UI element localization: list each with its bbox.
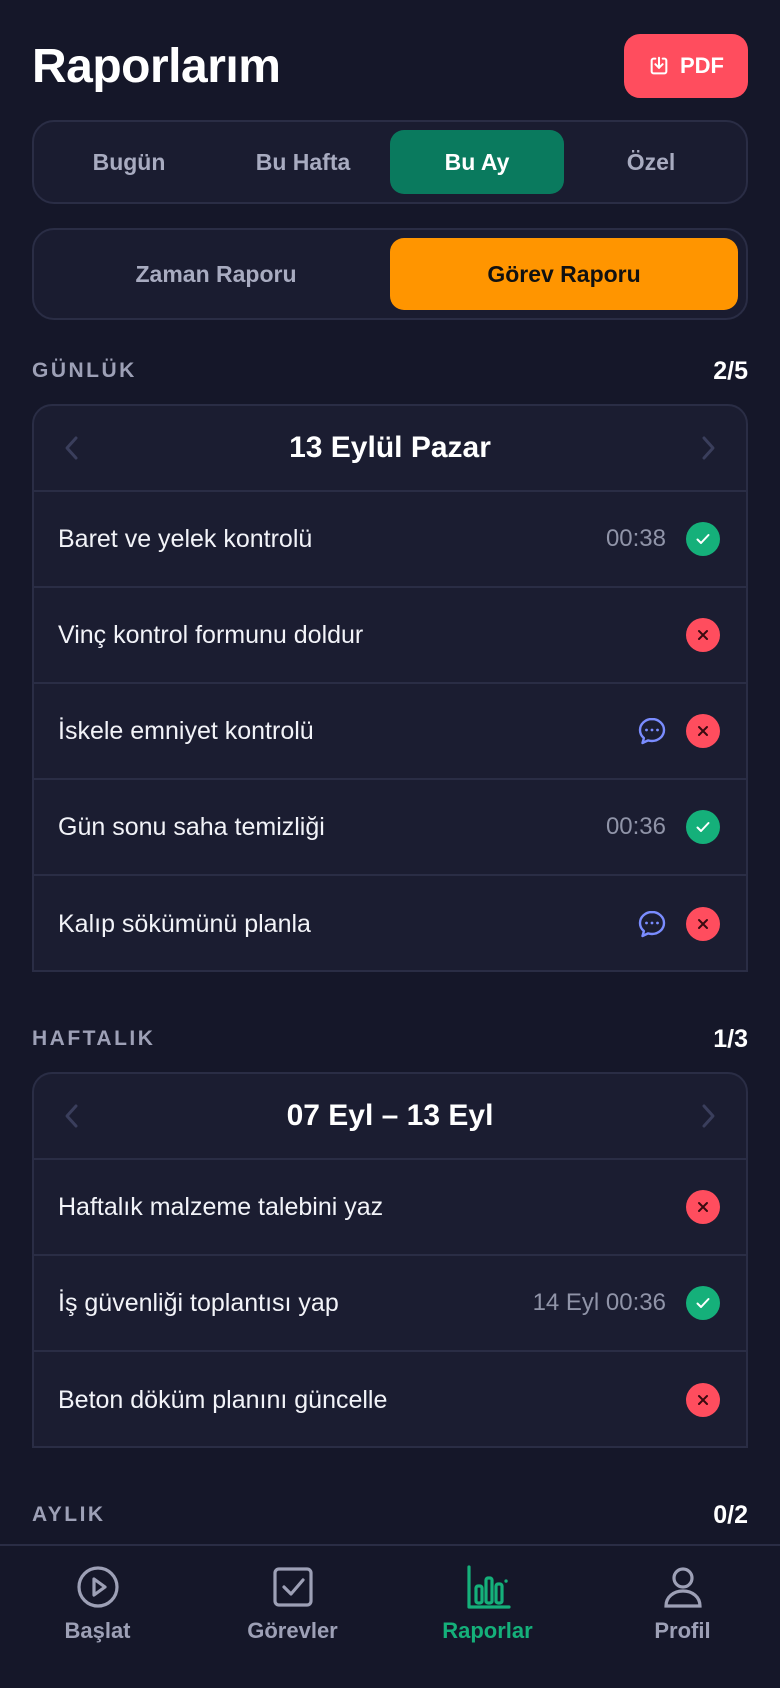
task-name: Vinç kontrol formunu doldur — [58, 620, 364, 649]
task-row[interactable]: İskele emniyet kontrolü — [34, 684, 746, 780]
task-time: 00:36 — [605, 813, 666, 840]
nav-label: Raporlar — [442, 1618, 533, 1643]
task-time: 14 Eyl 00:36 — [532, 1289, 666, 1316]
task-name: İskele emniyet kontrolü — [58, 716, 314, 745]
nav-label: Profil — [654, 1618, 711, 1643]
x-icon — [686, 907, 720, 941]
report-type-tabs: Zaman Raporu Görev Raporu — [32, 228, 748, 320]
page-title: Raporlarım — [32, 39, 281, 93]
task-row[interactable]: Kalıp sökümünü planla — [34, 876, 746, 970]
tab-this-month[interactable]: Bu Ay — [390, 130, 564, 194]
section-label: AYLIK — [32, 1503, 106, 1526]
task-row[interactable]: Beton döküm planını güncelle — [34, 1352, 746, 1446]
task-name: Kalıp sökümünü planla — [58, 909, 311, 938]
date-navigator: 07 Eyl – 13 Eyl — [34, 1074, 746, 1160]
daily-section-header: GÜNLÜK 2/5 — [32, 356, 748, 386]
check-icon — [686, 1286, 720, 1320]
task-name: İş güvenliği toplantısı yap — [58, 1288, 339, 1317]
nav-reports[interactable]: Raporlar — [398, 1564, 578, 1644]
x-icon — [686, 618, 720, 652]
daily-card: 13 Eylül Pazar Baret ve yelek kontrolü 0… — [32, 404, 748, 972]
section-count: 0/2 — [713, 1500, 748, 1529]
task-time: 00:38 — [605, 525, 666, 552]
chevron-right-icon[interactable] — [694, 434, 722, 462]
nav-start[interactable]: Başlat — [8, 1564, 188, 1644]
pdf-export-button[interactable]: PDF — [624, 34, 748, 98]
weekly-card: 07 Eyl – 13 Eyl Haftalık malzeme talebin… — [32, 1072, 748, 1448]
task-row[interactable]: Vinç kontrol formunu doldur — [34, 588, 746, 684]
comment-icon[interactable] — [636, 715, 668, 747]
task-name: Haftalık malzeme talebini yaz — [58, 1192, 384, 1221]
x-icon — [686, 1383, 720, 1417]
nav-label: Görevler — [247, 1618, 338, 1643]
chevron-left-icon[interactable] — [58, 1102, 86, 1130]
section-label: HAFTALIK — [32, 1027, 156, 1050]
comment-icon[interactable] — [636, 908, 668, 940]
section-count: 1/3 — [713, 1024, 748, 1053]
monthly-section-header: AYLIK 0/2 — [32, 1500, 748, 1530]
nav-tasks[interactable]: Görevler — [203, 1564, 383, 1644]
checkbox-icon — [272, 1567, 313, 1607]
date-label: 07 Eyl – 13 Eyl — [286, 1099, 494, 1132]
task-name: Beton döküm planını güncelle — [58, 1385, 388, 1414]
tab-this-week[interactable]: Bu Hafta — [216, 130, 390, 194]
date-navigator: 13 Eylül Pazar — [34, 406, 746, 492]
chevron-left-icon[interactable] — [58, 434, 86, 462]
tab-task-report[interactable]: Görev Raporu — [390, 238, 738, 310]
task-name: Gün sonu saha temizliği — [58, 812, 325, 841]
date-label: 13 Eylül Pazar — [289, 431, 491, 464]
task-row[interactable]: Baret ve yelek kontrolü 00:38 — [34, 492, 746, 588]
tab-custom[interactable]: Özel — [564, 130, 738, 194]
pdf-label: PDF — [680, 53, 724, 78]
task-name: Baret ve yelek kontrolü — [58, 524, 313, 553]
section-count: 2/5 — [713, 356, 748, 385]
user-icon — [663, 1567, 702, 1608]
x-icon — [686, 714, 720, 748]
period-tabs: Bugün Bu Hafta Bu Ay Özel — [32, 120, 748, 204]
tab-time-report[interactable]: Zaman Raporu — [42, 238, 390, 310]
play-icon — [76, 1566, 119, 1608]
bottom-navigation: Başlat Görevler Raporlar Profil — [0, 1544, 780, 1688]
nav-profile[interactable]: Profil — [593, 1564, 773, 1644]
task-row[interactable]: Haftalık malzeme talebini yaz — [34, 1160, 746, 1256]
nav-label: Başlat — [64, 1618, 131, 1643]
chevron-right-icon[interactable] — [694, 1102, 722, 1130]
x-icon — [686, 1190, 720, 1224]
download-icon — [650, 56, 668, 75]
bar-chart-icon — [466, 1565, 511, 1609]
check-icon — [686, 810, 720, 844]
check-icon — [686, 522, 720, 556]
weekly-section-header: HAFTALIK 1/3 — [32, 1024, 748, 1054]
section-label: GÜNLÜK — [32, 359, 137, 382]
header: Raporlarım PDF — [32, 34, 748, 98]
task-row[interactable]: Gün sonu saha temizliği 00:36 — [34, 780, 746, 876]
task-row[interactable]: İş güvenliği toplantısı yap 14 Eyl 00:36 — [34, 1256, 746, 1352]
tab-today[interactable]: Bugün — [42, 130, 216, 194]
